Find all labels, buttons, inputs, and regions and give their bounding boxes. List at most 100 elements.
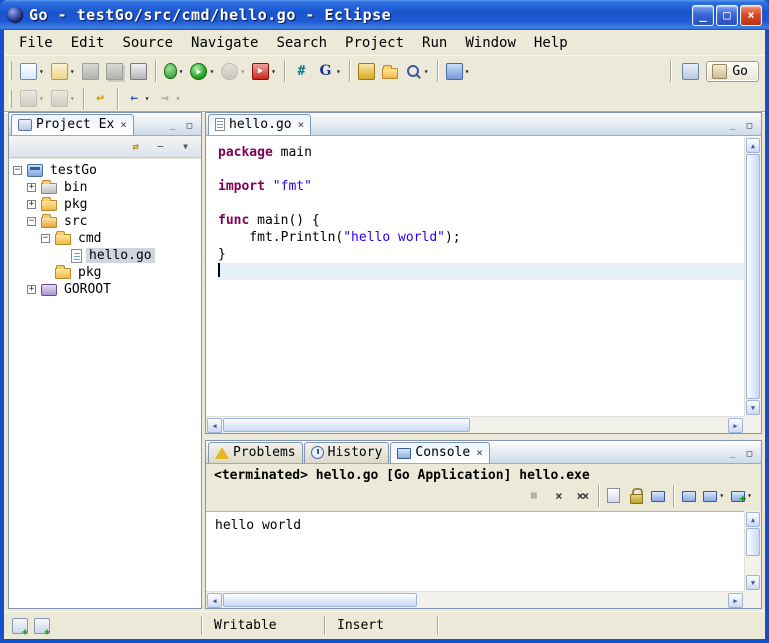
remove-all-launches-button[interactable]: ×× — [570, 484, 593, 507]
menu-item-search[interactable]: Search — [267, 32, 336, 54]
debug-button[interactable]: ▾ — [161, 60, 187, 82]
scroll-up-icon[interactable]: ▲ — [746, 512, 760, 527]
open-plugin-button[interactable] — [355, 60, 378, 83]
toolbar-grip[interactable] — [9, 62, 12, 80]
code-line-7[interactable]: } — [218, 246, 744, 263]
menu-item-help[interactable]: Help — [525, 32, 577, 54]
scroll-right-icon[interactable]: ▶ — [728, 418, 743, 433]
code-line-2[interactable] — [218, 161, 744, 178]
close-button[interactable]: × — [740, 5, 762, 26]
console-output-area[interactable]: hello world — [206, 511, 744, 591]
new-wizard-button[interactable]: ▾ — [17, 60, 47, 83]
external-tools-button[interactable]: ▶▾ — [249, 60, 279, 83]
collapse-all-button[interactable]: − — [150, 136, 171, 157]
team-sync-button[interactable]: ▾ — [443, 60, 473, 83]
scrollbar-thumb[interactable] — [223, 593, 417, 607]
console-vertical-scrollbar[interactable]: ▲ ▼ — [744, 511, 761, 591]
menu-item-window[interactable]: Window — [456, 32, 525, 54]
title-bar[interactable]: Go - testGo/src/cmd/hello.go - Eclipse _… — [0, 0, 769, 30]
tree-item-pkg[interactable]: +pkg — [9, 196, 201, 213]
code-line-3[interactable]: import "fmt" — [218, 178, 744, 195]
dropdown-arrow-icon[interactable]: ▾ — [424, 67, 429, 76]
scroll-down-icon[interactable]: ▼ — [746, 575, 760, 590]
dropdown-arrow-icon[interactable]: ▾ — [336, 67, 341, 76]
scroll-up-icon[interactable]: ▲ — [746, 138, 760, 153]
scrollbar-thumb[interactable] — [746, 154, 760, 399]
maximize-view-button[interactable]: □ — [742, 118, 757, 131]
editor-horizontal-scrollbar[interactable]: ◀ ▶ — [206, 416, 744, 433]
dropdown-arrow-icon[interactable]: ▾ — [747, 491, 752, 500]
console-horizontal-scrollbar[interactable]: ◀ ▶ — [206, 591, 744, 608]
word-wrap-button[interactable] — [648, 486, 668, 505]
goclipse-button[interactable]: G▾ — [314, 60, 344, 83]
dropdown-arrow-icon[interactable]: ▾ — [70, 67, 75, 76]
search-button[interactable]: ▾ — [402, 60, 432, 83]
code-line-8[interactable] — [218, 263, 744, 280]
last-edit-location-button[interactable]: ↩ — [89, 87, 112, 110]
expand-toggle-icon[interactable]: + — [27, 200, 36, 209]
dropdown-arrow-icon[interactable]: ▾ — [271, 67, 276, 76]
close-tab-icon[interactable]: × — [476, 446, 483, 459]
maximize-button[interactable]: □ — [716, 5, 738, 26]
minimize-view-button[interactable]: _ — [725, 118, 740, 131]
clear-console-button[interactable] — [604, 485, 623, 506]
minimize-button[interactable]: _ — [692, 5, 714, 26]
minimize-view-button[interactable]: _ — [165, 118, 180, 131]
open-perspective-button[interactable] — [679, 60, 702, 83]
tab-project-explorer[interactable]: Project Ex × — [11, 114, 134, 135]
run-button[interactable]: ▶▾ — [187, 60, 217, 83]
menu-item-edit[interactable]: Edit — [62, 32, 114, 54]
expand-toggle-icon[interactable]: + — [27, 183, 36, 192]
scroll-left-icon[interactable]: ◀ — [207, 593, 222, 608]
progress-icon[interactable] — [34, 618, 50, 634]
display-selected-console-button[interactable]: ▾ — [700, 486, 727, 505]
collapse-toggle-icon[interactable]: − — [27, 217, 36, 226]
close-tab-icon[interactable]: × — [120, 118, 127, 131]
tab-problems[interactable]: Problems — [208, 442, 303, 463]
tree-item-hello-go[interactable]: hello.go — [9, 247, 201, 264]
maximize-view-button[interactable]: □ — [182, 118, 197, 131]
view-menu-button[interactable]: ▼ — [175, 136, 196, 157]
collapse-toggle-icon[interactable]: − — [41, 234, 50, 243]
tree-item-cmd[interactable]: −cmd — [9, 230, 201, 247]
tree-item-pkg[interactable]: pkg — [9, 264, 201, 281]
print-button[interactable] — [127, 60, 150, 83]
tab-console[interactable]: Console× — [390, 442, 489, 463]
dropdown-arrow-icon[interactable]: ▾ — [39, 67, 44, 76]
dropdown-arrow-icon[interactable]: ▾ — [179, 67, 184, 76]
open-console-button[interactable]: ▾ — [728, 486, 755, 505]
tree-item-src[interactable]: −src — [9, 213, 201, 230]
go-perspective-button[interactable]: Go — [706, 61, 759, 82]
tree-item-bin[interactable]: +bin — [9, 179, 201, 196]
fast-view-icon[interactable] — [12, 618, 28, 634]
dropdown-arrow-icon[interactable]: ▾ — [209, 67, 214, 76]
scrollbar-thumb[interactable] — [223, 418, 470, 432]
menu-item-navigate[interactable]: Navigate — [182, 32, 267, 54]
scroll-left-icon[interactable]: ◀ — [207, 418, 222, 433]
tab-hello-go[interactable]: hello.go × — [208, 114, 311, 135]
code-editor[interactable]: package mainimport "fmt"func main() { fm… — [206, 137, 744, 416]
scroll-lock-button[interactable] — [624, 484, 647, 507]
toolbar-grip[interactable] — [9, 90, 12, 108]
scrollbar-thumb[interactable] — [746, 528, 760, 556]
menu-item-run[interactable]: Run — [413, 32, 456, 54]
code-line-6[interactable]: fmt.Println("hello world"); — [218, 229, 744, 246]
collapse-toggle-icon[interactable]: − — [13, 166, 22, 175]
scroll-down-icon[interactable]: ▼ — [746, 400, 760, 415]
menu-item-file[interactable]: File — [10, 32, 62, 54]
close-editor-tab-icon[interactable]: × — [298, 118, 305, 131]
new-go-app-button[interactable]: # — [290, 60, 313, 83]
code-line-4[interactable] — [218, 195, 744, 212]
dropdown-arrow-icon[interactable]: ▾ — [145, 94, 150, 103]
maximize-view-button[interactable]: □ — [742, 446, 757, 459]
editor-vertical-scrollbar[interactable]: ▲ ▼ — [744, 137, 761, 416]
back-button[interactable]: ←▾ — [123, 87, 153, 110]
dropdown-arrow-icon[interactable]: ▾ — [465, 67, 470, 76]
tree-item-testgo[interactable]: −testGo — [9, 162, 201, 179]
tree-item-goroot[interactable]: +GOROOT — [9, 281, 201, 298]
dropdown-arrow-icon[interactable]: ▾ — [719, 491, 724, 500]
menu-item-source[interactable]: Source — [113, 32, 182, 54]
link-with-editor-button[interactable]: ⇄ — [125, 136, 146, 157]
menu-item-project[interactable]: Project — [336, 32, 413, 54]
expand-toggle-icon[interactable]: + — [27, 285, 36, 294]
